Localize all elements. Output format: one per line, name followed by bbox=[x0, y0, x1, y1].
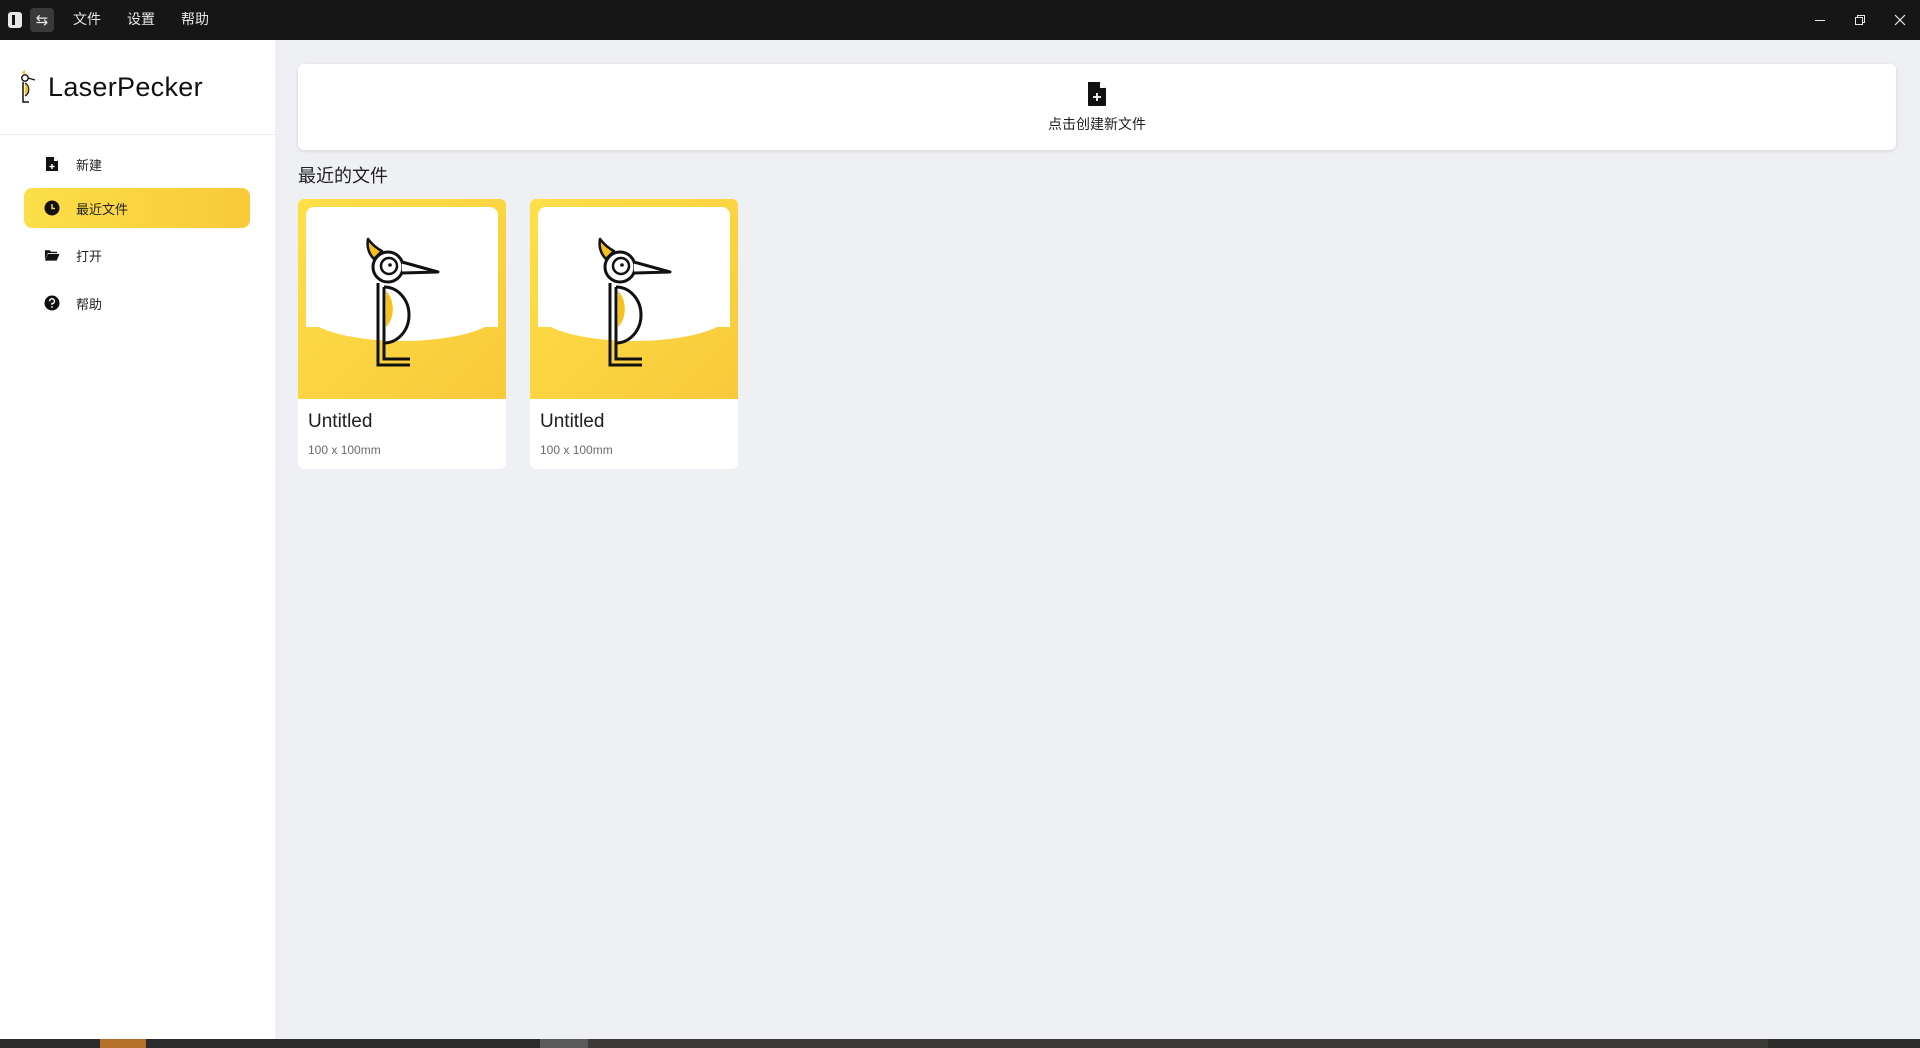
file-name: Untitled bbox=[540, 411, 605, 432]
restore-button[interactable] bbox=[1840, 0, 1880, 40]
file-card[interactable]: Untitled 100 x 100mm bbox=[530, 199, 738, 469]
woodpecker-thumbnail-icon bbox=[598, 237, 672, 367]
toggle-icon[interactable]: ⇆ bbox=[30, 8, 54, 32]
file-card[interactable]: Untitled 100 x 100mm bbox=[298, 199, 506, 469]
close-icon bbox=[1894, 14, 1906, 26]
sidebar-item-new[interactable]: 新建 bbox=[24, 144, 250, 184]
folder-open-icon bbox=[44, 247, 60, 263]
file-name: Untitled bbox=[308, 411, 373, 432]
clock-icon bbox=[44, 200, 60, 216]
sidebar-item-label: 帮助 bbox=[76, 297, 103, 313]
sidebar-item-label: 新建 bbox=[76, 158, 103, 174]
file-thumbnail bbox=[298, 199, 506, 399]
file-size: 100 x 100mm bbox=[308, 443, 381, 457]
file-size: 100 x 100mm bbox=[540, 443, 613, 457]
sidebar-item-recent[interactable]: 最近文件 bbox=[24, 188, 250, 228]
file-plus-icon bbox=[44, 156, 60, 172]
create-new-file-button[interactable]: 点击创建新文件 bbox=[298, 64, 1896, 150]
taskbar-app[interactable] bbox=[540, 1039, 588, 1048]
sidebar-item-label: 打开 bbox=[76, 249, 103, 265]
sidebar: LaserPecker 新建 最近文件 打开 帮助 bbox=[0, 40, 275, 1039]
sidebar-item-open[interactable]: 打开 bbox=[24, 235, 250, 275]
create-new-file-label: 点击创建新文件 bbox=[1048, 116, 1146, 133]
restore-icon bbox=[1855, 15, 1865, 25]
help-circle-icon bbox=[44, 295, 60, 311]
minimize-button[interactable] bbox=[1800, 0, 1840, 40]
app-icon bbox=[8, 12, 22, 28]
recent-files-title: 最近的文件 bbox=[298, 166, 388, 187]
menu-help[interactable]: 帮助 bbox=[168, 0, 222, 40]
minimize-icon bbox=[1815, 20, 1825, 21]
taskbar-app[interactable] bbox=[588, 1039, 1768, 1048]
taskbar bbox=[0, 1039, 1920, 1048]
menu-bar: 文件 设置 帮助 bbox=[60, 0, 222, 40]
window-controls bbox=[1800, 0, 1920, 40]
taskbar-app[interactable] bbox=[100, 1039, 146, 1048]
close-button[interactable] bbox=[1880, 0, 1920, 40]
logo-text: LaserPecker bbox=[48, 71, 203, 102]
menu-settings[interactable]: 设置 bbox=[114, 0, 168, 40]
sidebar-item-help[interactable]: 帮助 bbox=[24, 283, 250, 323]
menu-file[interactable]: 文件 bbox=[60, 0, 114, 40]
woodpecker-thumbnail-icon bbox=[366, 237, 440, 367]
file-plus-icon bbox=[1088, 81, 1106, 106]
logo: LaserPecker bbox=[0, 40, 275, 135]
woodpecker-logo-icon bbox=[21, 70, 36, 103]
title-bar: ⇆ 文件 设置 帮助 bbox=[0, 0, 1920, 40]
sidebar-item-label: 最近文件 bbox=[76, 202, 129, 218]
file-thumbnail bbox=[530, 199, 738, 399]
